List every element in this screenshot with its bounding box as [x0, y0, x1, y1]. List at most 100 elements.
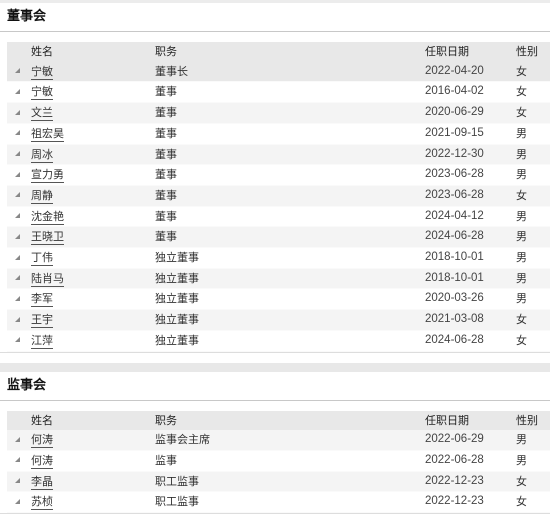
- gender-cell: 男: [516, 168, 527, 182]
- role-cell: 职工监事: [155, 495, 199, 509]
- expand-triangle-icon[interactable]: [15, 478, 20, 484]
- role-cell: 监事会主席: [155, 433, 210, 447]
- date-cell: 2020-03-26: [425, 292, 484, 305]
- date-cell: 2021-09-15: [425, 126, 484, 139]
- expand-cell[interactable]: [7, 227, 31, 248]
- expand-cell[interactable]: [7, 185, 31, 206]
- name-cell: 沈金艳: [31, 206, 155, 227]
- expand-triangle-icon[interactable]: [15, 130, 20, 136]
- person-name-link[interactable]: 王宇: [31, 313, 53, 329]
- expand-cell[interactable]: [7, 144, 31, 165]
- expand-triangle-icon[interactable]: [15, 109, 20, 115]
- expand-cell[interactable]: [7, 165, 31, 186]
- expand-triangle-icon[interactable]: [15, 436, 20, 442]
- expand-cell[interactable]: [7, 103, 31, 124]
- board-table-body: 宁敏 董事长 2022-04-20 女宁敏 董事 2016-04-02 女文兰 董事 2020-…: [7, 61, 550, 352]
- expand-triangle-icon[interactable]: [15, 88, 20, 94]
- expand-triangle-icon[interactable]: [15, 295, 20, 301]
- name-cell: 祖宏昊: [31, 123, 155, 144]
- expand-triangle-icon[interactable]: [15, 213, 20, 219]
- person-name-link[interactable]: 周冰: [31, 147, 53, 163]
- expand-cell[interactable]: [7, 82, 31, 103]
- person-name-link[interactable]: 周静: [31, 188, 53, 204]
- person-name-link[interactable]: 苏桢: [31, 495, 53, 511]
- expand-cell[interactable]: [7, 310, 31, 331]
- header-spacer: [7, 411, 31, 431]
- table-row: 周静 董事 2023-06-28 女: [7, 185, 550, 207]
- name-cell: 何涛: [31, 430, 155, 450]
- role-cell: 董事: [155, 209, 177, 223]
- gender-cell: 男: [516, 126, 527, 140]
- name-cell: 江萍: [31, 330, 155, 351]
- expand-cell[interactable]: [7, 289, 31, 310]
- expand-cell[interactable]: [7, 330, 31, 351]
- name-cell: 周静: [31, 185, 155, 206]
- table-row: 王晓卫 董事 2024-06-28 男: [7, 226, 550, 248]
- expand-triangle-icon[interactable]: [15, 254, 20, 260]
- person-name-link[interactable]: 文兰: [31, 106, 53, 122]
- table-row: 江萍 独立董事 2024-06-28 女: [7, 330, 550, 352]
- header-spacer: [7, 42, 31, 62]
- role-cell: 董事: [155, 188, 177, 202]
- gender-cell: 男: [516, 433, 527, 447]
- role-cell: 董事: [155, 126, 177, 140]
- expand-cell[interactable]: [7, 248, 31, 269]
- expand-triangle-icon[interactable]: [15, 275, 20, 281]
- gender-cell: 女: [516, 495, 527, 509]
- expand-cell[interactable]: [7, 430, 31, 450]
- header-date: 任职日期: [425, 413, 469, 427]
- table-row: 陆肖马 独立董事 2018-10-01 男: [7, 268, 550, 289]
- person-name-link[interactable]: 丁伟: [31, 251, 53, 267]
- board-table: 姓名 职务 任职日期 性别 宁敏 董事长 2022-04-20 女宁敏 董事 2016-0…: [7, 42, 550, 352]
- expand-triangle-icon[interactable]: [15, 171, 20, 177]
- expand-cell[interactable]: [7, 471, 31, 492]
- person-name-link[interactable]: 王晓卫: [31, 230, 64, 246]
- date-cell: 2018-10-01: [425, 251, 484, 264]
- expand-cell[interactable]: [7, 492, 31, 513]
- expand-triangle-icon[interactable]: [15, 337, 20, 343]
- role-cell: 独立董事: [155, 271, 199, 285]
- header-role: 职务: [155, 45, 177, 58]
- expand-cell[interactable]: [7, 62, 31, 82]
- person-name-link[interactable]: 李军: [31, 292, 53, 308]
- expand-triangle-icon[interactable]: [15, 192, 20, 198]
- expand-cell[interactable]: [7, 123, 31, 144]
- person-name-link[interactable]: 李晶: [31, 474, 53, 490]
- person-name-link[interactable]: 何涛: [31, 433, 53, 449]
- person-name-link[interactable]: 何涛: [31, 453, 53, 469]
- name-cell: 宁敏: [31, 82, 155, 103]
- expand-triangle-icon[interactable]: [15, 498, 20, 504]
- expand-triangle-icon[interactable]: [15, 68, 20, 74]
- header-date: 任职日期: [425, 45, 469, 58]
- expand-triangle-icon[interactable]: [15, 233, 20, 239]
- role-cell: 董事: [155, 147, 177, 161]
- date-cell: 2020-06-29: [425, 106, 484, 119]
- name-cell: 丁伟: [31, 248, 155, 269]
- date-cell: 2024-04-12: [425, 209, 484, 222]
- date-cell: 2022-12-23: [425, 495, 484, 508]
- expand-triangle-icon[interactable]: [15, 457, 20, 463]
- date-cell: 2024-06-28: [425, 333, 484, 346]
- expand-cell[interactable]: [7, 450, 31, 471]
- name-cell: 宁敏: [31, 62, 155, 82]
- person-name-link[interactable]: 沈金艳: [31, 209, 64, 225]
- name-cell: 苏桢: [31, 492, 155, 513]
- person-name-link[interactable]: 宣力勇: [31, 168, 64, 184]
- board-table-header: 姓名 职务 任职日期 性别: [7, 42, 550, 62]
- table-row: 沈金艳 董事 2024-04-12 男: [7, 206, 550, 227]
- expand-triangle-icon[interactable]: [15, 316, 20, 322]
- person-name-link[interactable]: 祖宏昊: [31, 126, 64, 142]
- date-cell: 2024-06-28: [425, 230, 484, 243]
- gender-cell: 男: [516, 292, 527, 306]
- header-gender: 性别: [516, 413, 538, 427]
- expand-cell[interactable]: [7, 206, 31, 227]
- gender-cell: 女: [516, 85, 527, 99]
- person-name-link[interactable]: 陆肖马: [31, 271, 64, 287]
- table-row: 文兰 董事 2020-06-29 女: [7, 102, 550, 124]
- person-name-link[interactable]: 宁敏: [31, 85, 53, 101]
- table-row: 宁敏 董事 2016-04-02 女: [7, 81, 550, 103]
- expand-triangle-icon[interactable]: [15, 151, 20, 157]
- person-name-link[interactable]: 宁敏: [31, 64, 53, 80]
- person-name-link[interactable]: 江萍: [31, 333, 53, 349]
- expand-cell[interactable]: [7, 268, 31, 289]
